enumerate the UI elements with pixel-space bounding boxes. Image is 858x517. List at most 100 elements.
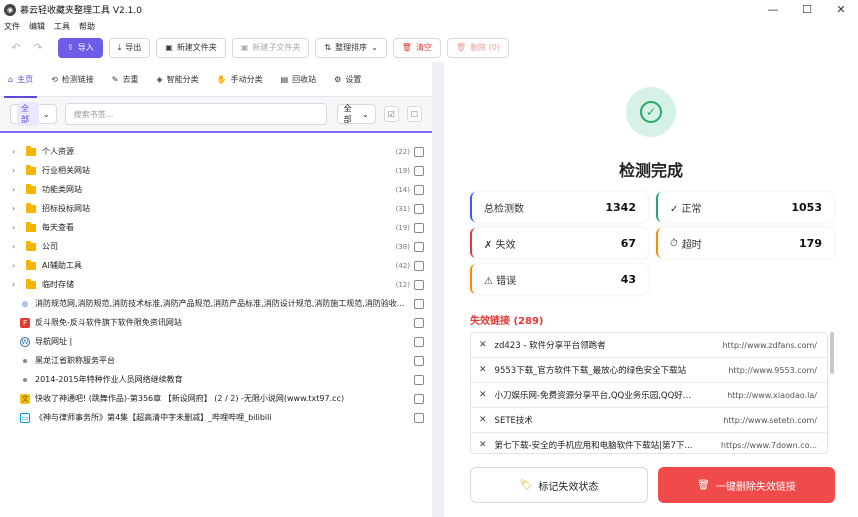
invalid-link-row[interactable]: ✕ SETE技术 http://www.setetn.com/ [471,408,827,433]
tab-manual-classify[interactable]: ✋ 手动分类 [217,62,263,97]
invalid-link-row[interactable]: ✕ 9553下载_官方软件下载_最放心的绿色安全下载站 http://www.9… [471,358,827,383]
delete-button[interactable]: 🗑 删除 (0) [446,37,509,58]
invalid-link-row[interactable]: ✕ zd423 - 软件分享平台领跑者 http://www.zdfans.co… [471,333,827,358]
row-checkbox[interactable] [414,374,424,385]
folder-row[interactable]: › 招标投标网站 (31) [0,199,432,218]
menu-tools[interactable]: 工具 [54,21,70,32]
menu-file[interactable]: 文件 [4,21,20,32]
chevron-right-icon[interactable]: › [12,204,22,213]
delete-invalid-button[interactable]: 🗑 一键删除失效链接 [658,467,835,503]
bookmark-row[interactable]: 2014-2015年特种作业人员网络继续教育 [0,370,432,389]
bookmark-row[interactable]: 黑龙江省职称服务平台 [0,351,432,370]
export-button[interactable]: ⤓ 导出 [108,37,151,58]
close-icon: ✕ [479,415,487,425]
row-checkbox[interactable] [414,165,424,176]
clear-button[interactable]: 🗑 清空 [392,37,441,58]
bookmark-panel: ⌂ 主页 ⟲ 检测链接 ✎ 去重 ◈ 智能分类 ✋ 手动分类 ▤ 回收站 ⚙ 设… [0,62,432,517]
import-label: 导入 [77,43,94,52]
trash-icon: 🗑 [697,479,710,491]
tab-label: 智能分类 [166,74,199,84]
minimize-button[interactable]: — [756,0,790,19]
bookmark-row[interactable]: 文 快收了神通吧! (跳舞作品)-第356章 【新设网府】 (2 / 2) -无… [0,389,432,408]
maximize-button[interactable]: ☐ [790,0,824,19]
scope-select[interactable]: 全部 ⌄ [10,102,57,126]
chevron-right-icon[interactable]: › [12,185,22,194]
row-checkbox[interactable] [414,146,424,157]
row-checkbox[interactable] [414,184,424,195]
row-checkbox[interactable] [414,203,424,214]
list-scrollbar[interactable] [830,332,834,374]
bookmark-row[interactable]: ▭ 《神与律师事务所》第4集【超高清中字未删减】_哔哩哔哩_bilibili [0,408,432,427]
folder-row[interactable]: › 每天查看 (19) [0,218,432,237]
chevron-right-icon[interactable]: › [12,166,22,175]
tab-home[interactable]: ⌂ 主页 [3,62,38,98]
row-checkbox[interactable] [414,298,424,309]
folder-row[interactable]: › AI辅助工具 (42) [0,256,432,275]
type-select[interactable]: 全部 ⌄ [336,104,376,124]
bookmark-tree: › 个人资源 (22) › 行业相关网站 (19) › 功能类网站 (14) ›… [0,133,432,427]
bookmark-row[interactable]: W 导航网址 | [0,332,432,351]
folder-row[interactable]: › 个人资源 (22) [0,142,432,161]
select-all-icon[interactable]: ☑ [383,106,399,122]
chevron-right-icon[interactable]: › [12,223,22,232]
delete-label: 删除 (0) [470,43,500,52]
new-folder-button[interactable]: ▣ 新建文件夹 [156,37,226,58]
invalid-link-row[interactable]: ✕ 小刀娱乐网-免费资源分享平台,QQ业务乐园,QQ好荟... http://w… [471,383,827,408]
bookmark-row[interactable]: ◍ 消防规范网,消防规范,消防技术标准,消防产品规范,消防产品标准,消防设计规范… [0,294,432,313]
link-url: http://www.9553.com/ [728,365,817,375]
stat-label: ✗ 失效 [484,239,516,251]
chevron-right-icon[interactable]: › [12,280,22,289]
row-checkbox[interactable] [414,222,424,233]
folder-row[interactable]: › 行业相关网站 (19) [0,161,432,180]
import-button[interactable]: ⇪ 导入 [58,37,103,58]
row-checkbox[interactable] [414,260,424,271]
bookmark-row[interactable]: F 反斗限免-反斗软件旗下软件限免资讯网站 [0,313,432,332]
close-icon: ✕ [479,365,487,375]
tab-label: 设置 [345,74,362,84]
redo-icon[interactable]: ↷ [30,40,46,56]
menu-edit[interactable]: 编辑 [29,21,45,32]
close-icon: ✕ [479,390,487,400]
stat-timeout: ⏱ 超时 179 [656,228,834,258]
row-checkbox[interactable] [414,336,424,347]
close-button[interactable]: ✕ [824,0,858,19]
mark-invalid-button[interactable]: 🏷 标记失效状态 [470,467,648,503]
sort-dropdown[interactable]: ⇅ 整理排序 ⌄ [315,37,387,58]
result-title: 检测完成 [618,161,683,180]
window-controls: — ☐ ✕ [756,0,858,19]
tab-link-check[interactable]: ⟲ 检测链接 [51,62,94,97]
search-input[interactable]: 搜索书签... [64,103,327,125]
sort-label: 整理排序 [335,43,368,52]
folder-row[interactable]: › 临时存储 (12) [0,275,432,294]
row-checkbox[interactable] [414,355,424,366]
tab-dedupe[interactable]: ✎ 去重 [112,62,139,97]
chevron-right-icon[interactable]: › [12,147,22,156]
folder-label: 招标投标网站 [42,204,90,213]
chevron-right-icon[interactable]: › [12,242,22,251]
row-checkbox[interactable] [414,241,424,252]
tab-recycle-bin[interactable]: ▤ 回收站 [281,62,317,97]
invalid-link-row[interactable]: ✕ 第七下载-安全的手机应用和电脑软件下载站|第7下... https://ww… [471,433,827,453]
folder-label: AI辅助工具 [42,261,82,270]
row-checkbox[interactable] [414,317,424,328]
delete-invalid-label: 一键删除失效链接 [715,481,796,493]
chevron-right-icon[interactable]: › [12,261,22,270]
menu-help[interactable]: 帮助 [79,21,95,32]
filter-bar: 全部 ⌄ 搜索书签... 全部 ⌄ ☑ ☐ [0,97,432,133]
tab-smart-classify[interactable]: ◈ 智能分类 [156,62,198,97]
row-checkbox[interactable] [414,393,424,404]
invalid-links-heading: 失效链接 (289) [470,316,544,327]
tab-settings[interactable]: ⚙ 设置 [334,62,361,97]
folder-label: 临时存储 [42,280,74,289]
row-checkbox[interactable] [414,279,424,290]
undo-icon[interactable]: ↶ [8,40,24,56]
tab-label: 回收站 [292,74,317,84]
folder-row[interactable]: › 公司 (38) [0,237,432,256]
row-checkbox[interactable] [414,412,424,423]
folder-label: 个人资源 [42,147,74,156]
folder-row[interactable]: › 功能类网站 (14) [0,180,432,199]
new-subfolder-button[interactable]: ▣ 新建子文件夹 [231,37,310,58]
bookmark-label: 反斗限免-反斗软件旗下软件限免资讯网站 [35,318,182,327]
deselect-all-icon[interactable]: ☐ [406,106,423,122]
stat-total: 总检测数 1342 [470,192,648,222]
